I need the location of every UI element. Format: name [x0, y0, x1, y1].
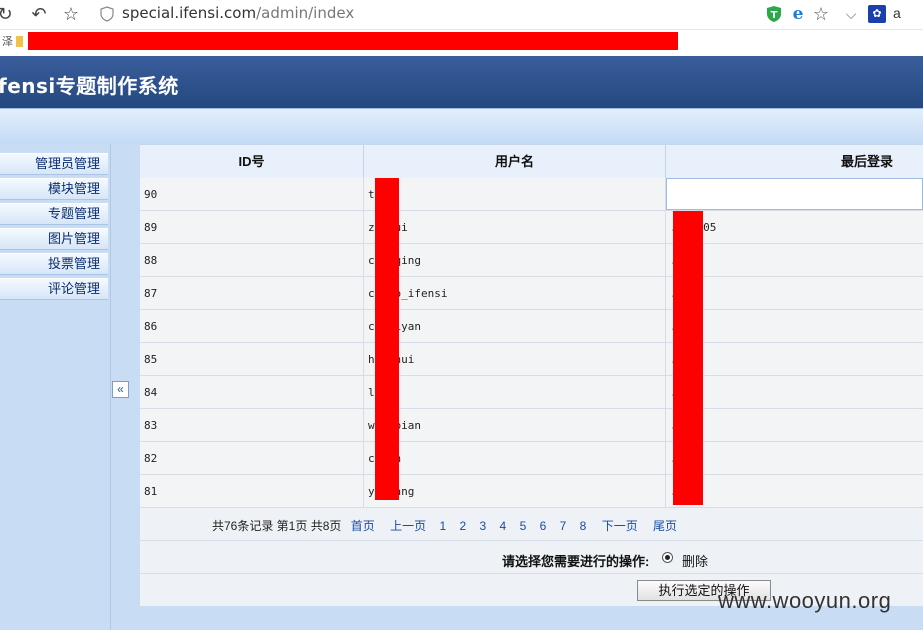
- pager-first[interactable]: 首页: [351, 519, 375, 533]
- cell-id: 88: [140, 244, 364, 277]
- cell-id: 84: [140, 376, 364, 409]
- pager-page-2[interactable]: 2: [459, 519, 466, 533]
- table-row[interactable]: 83 w uopian .28: [140, 409, 923, 442]
- ie-icon[interactable]: e: [789, 5, 807, 23]
- cell-username: l n: [364, 376, 666, 409]
- table-row[interactable]: 82 c lan .27: [140, 442, 923, 475]
- header-last-login: 最后登录: [840, 154, 893, 169]
- cell-id: 85: [140, 343, 364, 376]
- cell-id: 86: [140, 310, 364, 343]
- profile-initial[interactable]: a: [893, 5, 901, 21]
- folder-icon[interactable]: [16, 36, 23, 47]
- cell-last-login: .29: [666, 244, 923, 277]
- cell-last-login: .10: [666, 343, 923, 376]
- pager-page-7[interactable]: 7: [560, 519, 567, 533]
- url-host: special.ifensi.com: [122, 4, 257, 22]
- cell-username: c lan: [364, 442, 666, 475]
- paw-icon[interactable]: ✿: [868, 5, 886, 23]
- header-id: ID号: [140, 145, 364, 179]
- watermark: www.wooyun.org: [718, 588, 892, 613]
- bookmark-star-icon[interactable]: ☆: [812, 5, 830, 23]
- cell-username: h aohui: [364, 343, 666, 376]
- collapse-sidebar-button[interactable]: «: [112, 381, 129, 398]
- sidebar-item-images[interactable]: 图片管理: [0, 228, 108, 250]
- bookmark-prefix[interactable]: 泽: [2, 33, 13, 49]
- sidebar-item-votes[interactable]: 投票管理: [0, 253, 108, 275]
- cell-last-login: .28: [666, 376, 923, 409]
- table-row[interactable]: 85 h aohui .10: [140, 343, 923, 376]
- security-extension-icon[interactable]: T: [765, 5, 783, 23]
- cell-username: y qiang: [364, 475, 666, 508]
- pager-page-4[interactable]: 4: [500, 519, 507, 533]
- app-banner: fensi专题制作系统: [0, 56, 923, 108]
- cell-last-login: .96.105: [666, 211, 923, 244]
- reload-icon[interactable]: ↻: [0, 3, 16, 25]
- table-row[interactable]: 88 ch uqing .29: [140, 244, 923, 277]
- cell-id: 89: [140, 211, 364, 244]
- cell-last-login: .10: [666, 277, 923, 310]
- cell-last-login: .28: [666, 310, 923, 343]
- table-row[interactable]: 89 zh hui .96.105: [140, 211, 923, 244]
- sidebar-item-modules[interactable]: 模块管理: [0, 178, 108, 200]
- pager-page-5[interactable]: 5: [520, 519, 527, 533]
- cell-username: ch ao_ifensi: [364, 277, 666, 310]
- pager-next[interactable]: 下一页: [602, 519, 638, 533]
- delete-radio[interactable]: [662, 552, 673, 563]
- pagination: 共76条记录 第1页 共8页 首页 上一页 1 2 3 4 5 6 7 8 下一…: [140, 508, 923, 541]
- table-row[interactable]: 86 ch eiyan .28: [140, 310, 923, 343]
- pager-summary: 共76条记录 第1页 共8页: [212, 519, 342, 533]
- undo-icon[interactable]: ↶: [28, 3, 50, 25]
- address-bar[interactable]: special.ifensi.com/admin/index: [122, 4, 354, 22]
- header-username: 用户名: [364, 145, 666, 179]
- cell-last-login: .10: [666, 475, 923, 508]
- sidebar-item-topics[interactable]: 专题管理: [0, 203, 108, 225]
- cell-username: w uopian: [364, 409, 666, 442]
- cell-username: t r: [364, 178, 666, 211]
- ip-redaction: [673, 211, 703, 505]
- cell-id: 83: [140, 409, 364, 442]
- operation-label: 请选择您需要进行的操作:: [502, 554, 650, 569]
- cell-username: ch eiyan: [364, 310, 666, 343]
- cell-username: ch uqing: [364, 244, 666, 277]
- sidebar-item-admins[interactable]: 管理员管理: [0, 153, 108, 175]
- bookmarks-bar: 泽: [0, 30, 923, 52]
- selected-cell-highlight: [666, 178, 923, 210]
- table-row[interactable]: 81 y qiang .10: [140, 475, 923, 508]
- operation-selector: 请选择您需要进行的操作: 删除: [140, 541, 923, 574]
- pager-last[interactable]: 尾页: [653, 519, 677, 533]
- star-icon[interactable]: ☆: [60, 3, 82, 25]
- pager-page-6[interactable]: 6: [540, 519, 547, 533]
- cell-id: 87: [140, 277, 364, 310]
- username-redaction: [375, 178, 399, 500]
- delete-radio-label[interactable]: 删除: [682, 551, 708, 570]
- cell-id: 90: [140, 178, 364, 211]
- sidebar-item-comments[interactable]: 评论管理: [0, 278, 108, 300]
- table-header: ID号 用户名 最后登录: [140, 144, 923, 179]
- cell-username: zh hui: [364, 211, 666, 244]
- cell-id: 81: [140, 475, 364, 508]
- page-title: fensi专题制作系统: [0, 74, 179, 98]
- svg-text:T: T: [771, 10, 778, 21]
- table-row[interactable]: 87 ch ao_ifensi .10: [140, 277, 923, 310]
- shield-icon: [100, 6, 114, 22]
- table-row[interactable]: 84 l n .28: [140, 376, 923, 409]
- cell-id: 82: [140, 442, 364, 475]
- browser-toolbar: ↻ ↶ ☆ special.ifensi.com/admin/index T e…: [0, 0, 923, 30]
- cell-last-login: .28: [666, 409, 923, 442]
- url-path: /admin/index: [256, 4, 355, 22]
- pager-page-3[interactable]: 3: [480, 519, 487, 533]
- pager-page-1[interactable]: 1: [439, 519, 446, 533]
- chevron-down-icon[interactable]: ⌵: [842, 5, 860, 23]
- pager-prev[interactable]: 上一页: [390, 519, 426, 533]
- pager-page-8[interactable]: 8: [580, 519, 587, 533]
- cell-last-login: .27: [666, 442, 923, 475]
- sub-header-bar: [0, 108, 923, 144]
- redaction-bar: [28, 32, 678, 50]
